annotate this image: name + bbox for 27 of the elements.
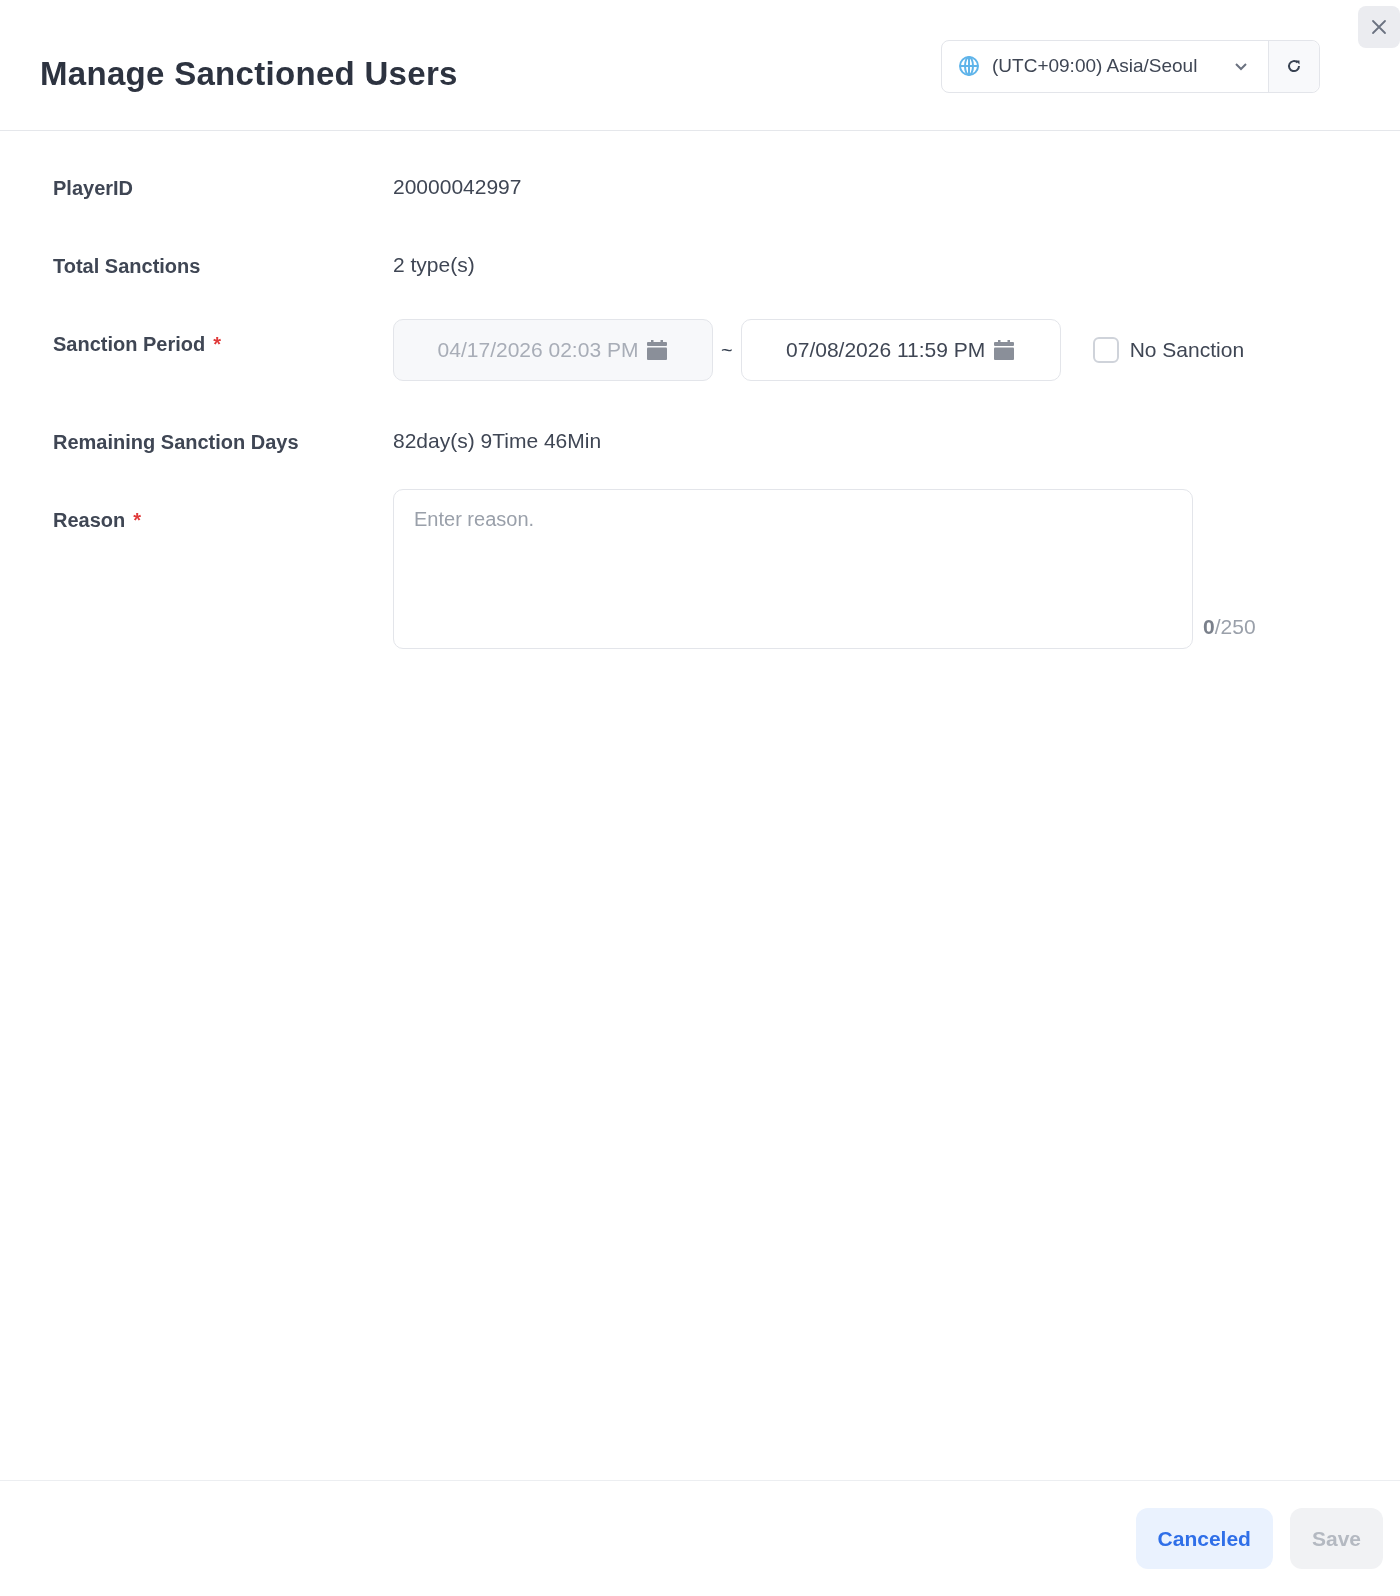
field-label: Reason xyxy=(53,509,126,532)
field-label: Sanction Period xyxy=(53,333,206,356)
timezone-select[interactable]: (UTC+09:00) Asia/Seoul xyxy=(941,39,1320,93)
cancel-button[interactable]: Canceled xyxy=(1135,1508,1273,1569)
field-value: 2 type(s) xyxy=(393,253,475,277)
checkbox[interactable] xyxy=(1092,337,1119,363)
range-separator: ~ xyxy=(721,338,733,362)
field-label: Total Sanctions xyxy=(53,255,201,278)
checkbox-label: No Sanction xyxy=(1129,338,1245,362)
calendar-icon xyxy=(993,339,1016,361)
close-icon xyxy=(1371,19,1387,35)
refresh-button[interactable] xyxy=(1268,40,1319,92)
field-value: 20000042997 xyxy=(393,175,522,199)
date-field[interactable]: 07/08/2026 11:59 PM xyxy=(740,319,1061,381)
chevron-down-icon xyxy=(1234,61,1248,71)
refresh-icon xyxy=(1286,58,1302,74)
required-mark: * xyxy=(133,509,142,532)
reason-field[interactable]: Enter reason. xyxy=(393,489,1193,649)
close-button[interactable] xyxy=(1358,6,1400,48)
character-counter: 0/250 xyxy=(1203,615,1256,640)
field-value: 82day(s) 9Time 46Min xyxy=(393,429,602,453)
required-mark: * xyxy=(213,333,222,356)
globe-icon xyxy=(958,55,980,77)
field-label: PlayerID xyxy=(53,177,134,200)
field-label: Remaining Sanction Days xyxy=(53,431,299,454)
dialog-title: Manage Sanctioned Users xyxy=(40,55,458,93)
calendar-icon xyxy=(646,339,669,361)
